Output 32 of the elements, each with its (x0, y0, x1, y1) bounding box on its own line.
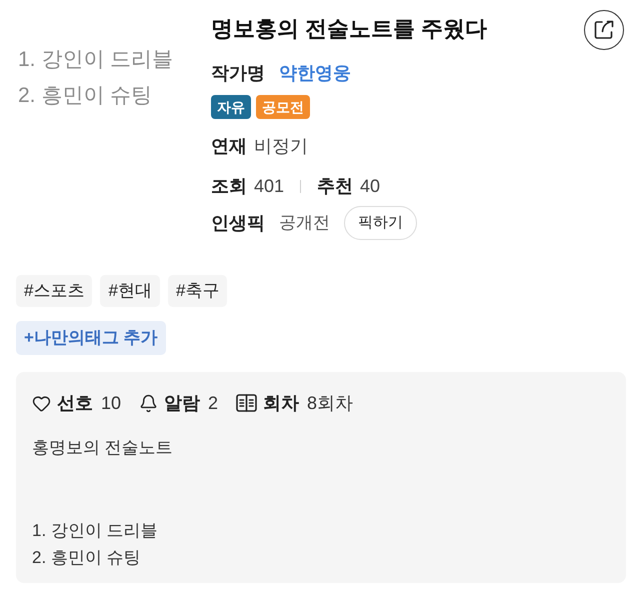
heart-icon (32, 394, 51, 412)
stat-label: 추천 (317, 174, 354, 198)
stat-value: 401 (254, 174, 284, 198)
description-text: 홍명보의 전술노트 1. 강인이 드리블 2. 흥민이 슈팅 (32, 437, 174, 569)
counter-value: 2 (208, 392, 218, 414)
genre-badge: 자유 (211, 95, 251, 119)
handwriting-text: 1. 강인이 드리블 (18, 47, 174, 73)
stat-value: 40 (360, 174, 380, 198)
hashtag-chip[interactable]: #스포츠 (16, 275, 92, 307)
stat-label: 조회 (211, 174, 247, 198)
author-label: 작가명 (211, 62, 265, 84)
serial-value: 비정기 (254, 134, 308, 158)
life-pick-value: 공개전 (279, 212, 330, 234)
novel-title: 명보홍의 전술노트를 주웠다 (211, 14, 488, 42)
counter-label: 선호 (57, 392, 93, 414)
life-pick-label: 인생픽 (211, 212, 265, 234)
serial-label: 연재 (211, 134, 247, 158)
genre-badge: 공모전 (256, 95, 310, 119)
author-link[interactable]: 약한영웅 (279, 60, 351, 86)
counter-value: 8회차 (307, 392, 354, 414)
counter-value: 10 (101, 392, 122, 414)
bell-icon (139, 394, 158, 412)
counter-label: 알람 (164, 392, 200, 414)
hashtag-chip[interactable]: #축구 (168, 275, 228, 307)
book-icon (236, 394, 258, 412)
handwriting-text: 2. 흥민이 슈팅 (18, 83, 152, 109)
pick-button[interactable]: 픽하기 (344, 206, 417, 240)
share-icon (593, 19, 615, 41)
hashtag-chip[interactable]: #현대 (100, 275, 160, 307)
share-button[interactable] (584, 10, 624, 50)
add-tag-button[interactable]: +나만의태그 추가 (16, 321, 166, 355)
counter-label: 회차 (263, 392, 300, 414)
